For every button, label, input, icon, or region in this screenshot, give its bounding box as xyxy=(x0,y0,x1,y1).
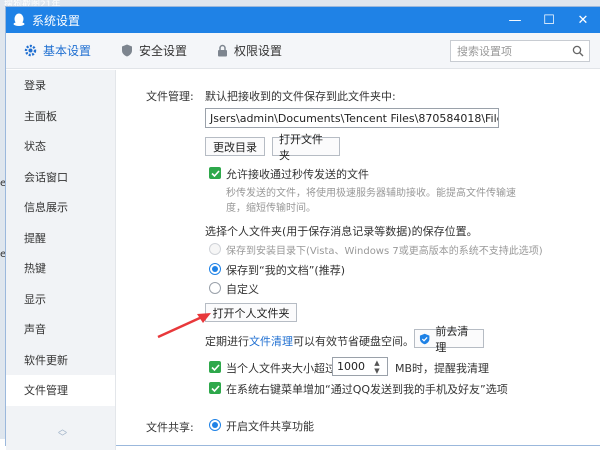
stepper-down-icon[interactable]: ▼ xyxy=(371,367,383,375)
tab-label: 安全设置 xyxy=(139,44,188,58)
open-personal-folder-button[interactable]: 打开个人文件夹 xyxy=(205,303,297,322)
checkmark-icon xyxy=(210,363,220,371)
close-button[interactable]: ✕ xyxy=(566,7,600,33)
enable-file-share-radio[interactable] xyxy=(209,419,221,431)
shield-check-icon xyxy=(419,333,430,344)
shield-icon xyxy=(122,44,133,57)
content-panel: 文件管理: 默认把接收到的文件保存到此文件夹中: Jsers\admin\Doc… xyxy=(116,70,600,445)
search-icon[interactable] xyxy=(572,45,584,57)
tab-permission-settings[interactable]: 权限设置 xyxy=(217,42,282,59)
stepper-arrows[interactable]: ▲ ▼ xyxy=(371,359,383,375)
receive-folder-path-field[interactable]: Jsers\admin\Documents\Tencent Files\8705… xyxy=(205,108,499,128)
context-menu-checkbox[interactable] xyxy=(209,382,221,394)
size-reminder-checkbox[interactable] xyxy=(209,361,221,373)
personal-folder-title: 选择个人文件夹(用于保存消息记录等数据)的保存位置。 xyxy=(205,225,478,238)
tab-basic-settings[interactable]: 基本设置 xyxy=(24,42,91,59)
search-placeholder: 搜索设置项 xyxy=(457,45,512,58)
tab-label: 基本设置 xyxy=(43,44,92,58)
checkmark-icon xyxy=(210,384,220,392)
save-to-my-documents-label: 保存到“我的文档”(推荐) xyxy=(226,264,345,277)
sidebar-item-chat-window[interactable]: 会话窗口 xyxy=(6,162,115,193)
change-directory-button[interactable]: 更改目录 xyxy=(205,137,265,156)
checkmark-icon xyxy=(210,169,220,177)
sidebar-item-main-panel[interactable]: 主面板 xyxy=(6,101,115,132)
custom-location-label: 自定义 xyxy=(226,283,259,296)
title-bar: 系统设置 — ☐ ✕ xyxy=(6,7,600,33)
save-to-install-dir-radio xyxy=(209,243,221,255)
instant-transfer-description: 度，缩短传输时间。 xyxy=(226,203,316,214)
enable-file-share-label: 开启文件共享功能 xyxy=(226,420,314,433)
search-input[interactable]: 搜索设置项 xyxy=(450,40,590,62)
sidebar-item-file-management[interactable]: 文件管理 xyxy=(6,375,115,406)
default-folder-description: 默认把接收到的文件保存到此文件夹中: xyxy=(205,90,396,103)
section-label-file-share: 文件共享: xyxy=(146,421,194,434)
tab-bar: 基本设置 安全设置 权限设置 搜索设置项 xyxy=(6,33,600,69)
goto-cleanup-button[interactable]: 前去清理 xyxy=(414,325,484,354)
chevron-down-icon[interactable]: ﹀ xyxy=(58,434,67,443)
minimize-button[interactable]: — xyxy=(498,7,532,33)
allow-instant-transfer-checkbox[interactable] xyxy=(209,167,221,179)
cleanup-hint: 定期进行文件清理可以有效节省硬盘空间。 xyxy=(205,333,414,349)
sidebar-scroll-arrows[interactable]: ︿ ﹀ xyxy=(58,426,67,443)
maximize-button[interactable]: ☐ xyxy=(532,7,566,33)
size-reminder-prefix: 当个人文件夹大小超过 xyxy=(226,362,336,375)
sidebar-item-login[interactable]: 登录 xyxy=(6,70,115,101)
cleanup-suffix: 可以有效节省硬盘空间。 xyxy=(293,335,414,348)
instant-transfer-description: 秒传发送的文件，将使用极速服务器辅助接收。能提高文件传输速 xyxy=(226,188,516,199)
save-to-install-dir-label: 保存到安装目录下(Vista、Windows 7或更高版本的系统不支持此选项) xyxy=(226,246,543,257)
sidebar-item-status[interactable]: 状态 xyxy=(6,131,115,162)
sidebar-item-reminder[interactable]: 提醒 xyxy=(6,223,115,254)
cleanup-prefix: 定期进行 xyxy=(205,335,249,348)
settings-window: 系统设置 — ☐ ✕ 基本设置 安全设置 权限设置 搜索设置项 登录 主面板 状… xyxy=(5,6,600,450)
sidebar-item-display[interactable]: 显示 xyxy=(6,284,115,315)
qq-penguin-icon xyxy=(13,13,25,26)
context-menu-label: 在系统右键菜单增加“通过QQ发送到我的手机及好友”选项 xyxy=(226,383,508,396)
sidebar-item-info-display[interactable]: 信息展示 xyxy=(6,192,115,223)
tab-security-settings[interactable]: 安全设置 xyxy=(121,42,187,59)
size-limit-stepper[interactable]: 1000 ▲ ▼ xyxy=(332,357,388,376)
sidebar-item-software-update[interactable]: 软件更新 xyxy=(6,345,115,376)
size-limit-value[interactable]: 1000 xyxy=(333,360,371,373)
allow-instant-transfer-label: 允许接收通过秒传发送的文件 xyxy=(226,168,369,181)
open-folder-button[interactable]: 打开文件夹 xyxy=(272,133,340,162)
stepper-up-icon[interactable]: ▲ xyxy=(371,359,383,367)
custom-location-radio[interactable] xyxy=(209,282,221,294)
gear-icon xyxy=(24,44,37,57)
save-to-my-documents-radio[interactable] xyxy=(209,263,221,275)
lock-icon xyxy=(218,44,228,57)
file-cleanup-link[interactable]: 文件清理 xyxy=(249,335,293,348)
section-label-file-management: 文件管理: xyxy=(146,90,194,103)
sidebar-item-sound[interactable]: 声音 xyxy=(6,314,115,345)
sidebar: 登录 主面板 状态 会话窗口 信息展示 提醒 热键 显示 声音 软件更新 文件管… xyxy=(6,70,116,450)
window-title: 系统设置 xyxy=(32,13,81,28)
tab-label: 权限设置 xyxy=(234,44,283,58)
goto-cleanup-label: 前去清理 xyxy=(435,324,469,354)
sidebar-item-hotkeys[interactable]: 热键 xyxy=(6,253,115,284)
size-reminder-suffix: MB时，提醒我清理 xyxy=(395,362,490,375)
